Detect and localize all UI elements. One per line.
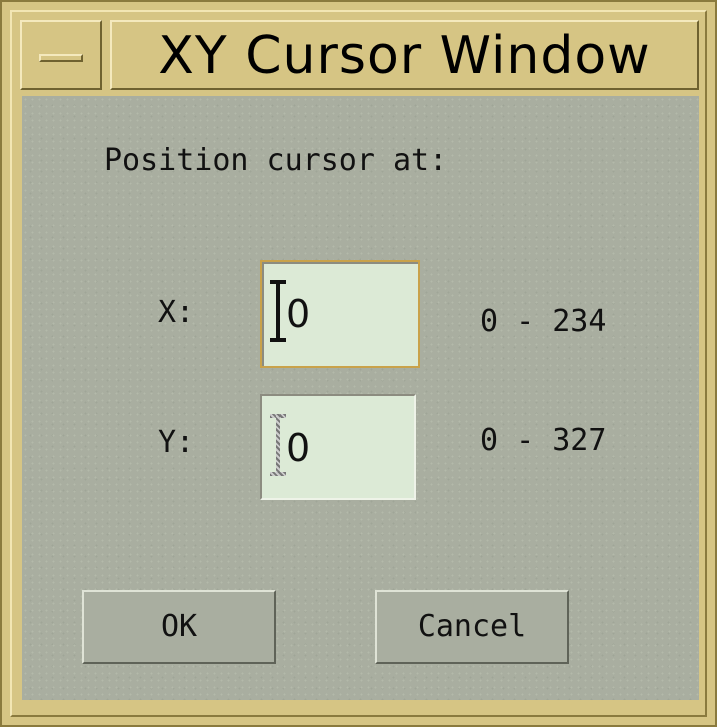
x-input[interactable]: 0 [260, 260, 420, 368]
window-title: XY Cursor Window [158, 26, 651, 86]
cancel-button[interactable]: Cancel [375, 590, 569, 664]
text-cursor-icon [270, 280, 286, 342]
window-menu-button[interactable] [20, 20, 102, 90]
x-range: 0 - 234 [480, 304, 607, 339]
y-range: 0 - 327 [480, 423, 607, 458]
dialog-content: Position cursor at: X: 0 0 - 234 Y: 0 0 … [22, 96, 699, 700]
window-menu-icon [39, 54, 83, 62]
text-cursor-icon [270, 414, 286, 476]
title-area[interactable]: XY Cursor Window [110, 20, 699, 90]
position-prompt: Position cursor at: [104, 143, 448, 178]
y-label: Y: [158, 425, 195, 460]
title-bar[interactable]: XY Cursor Window [20, 20, 699, 90]
x-value: 0 [286, 292, 311, 336]
ok-button[interactable]: OK [82, 590, 276, 664]
x-label: X: [158, 295, 195, 330]
xy-cursor-window: XY Cursor Window Position cursor at: X: … [0, 0, 717, 727]
y-input[interactable]: 0 [260, 394, 416, 500]
y-value: 0 [286, 426, 311, 470]
